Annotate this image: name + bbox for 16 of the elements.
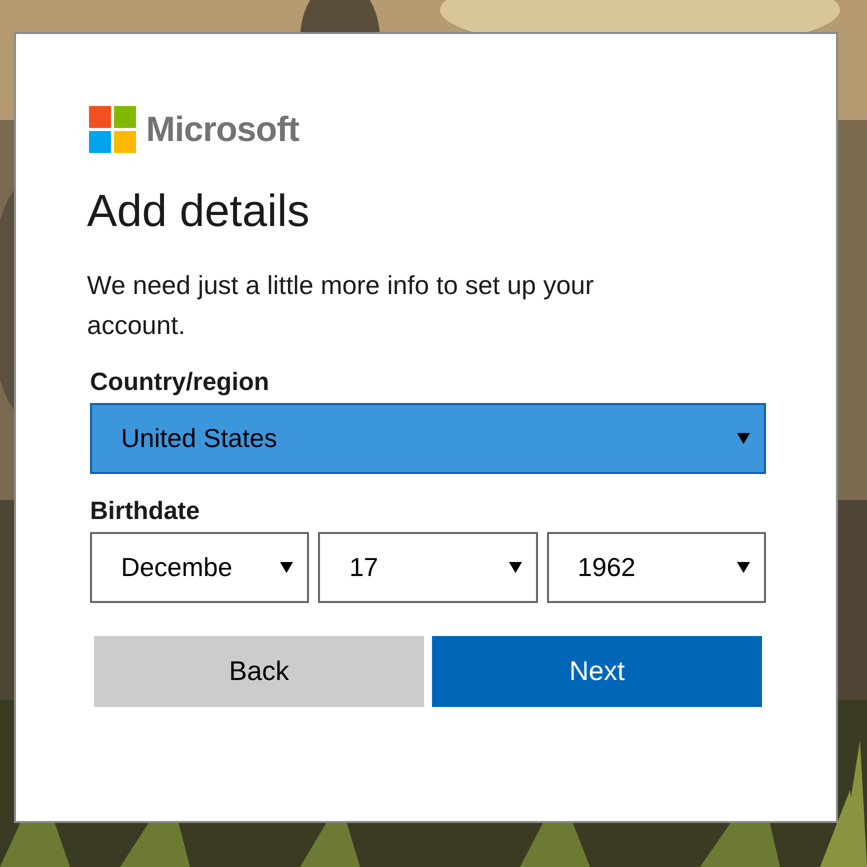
birthdate-dropdown[interactable]: Decembe — [90, 532, 310, 603]
caret-icon — [736, 562, 750, 573]
description-text: We need just a little more info to set up your account. — [87, 269, 595, 342]
caret-icon — [280, 562, 294, 573]
birthdate-dropdown[interactable]: 17 — [318, 532, 538, 603]
logo-icon — [89, 106, 136, 153]
back-button[interactable]: Back — [94, 636, 424, 707]
brand-name: Microsoft — [146, 110, 299, 150]
birthdate-dropdown[interactable]: 1962 — [546, 532, 766, 603]
next-button[interactable]: Next — [432, 636, 762, 707]
caret-icon — [508, 562, 522, 573]
country-dropdown[interactable]: United States — [90, 403, 766, 474]
field-label: Birthdate — [90, 496, 201, 526]
caret-icon — [737, 433, 750, 444]
page-title: Add details — [87, 184, 311, 238]
field-label: Country/region — [90, 367, 270, 397]
